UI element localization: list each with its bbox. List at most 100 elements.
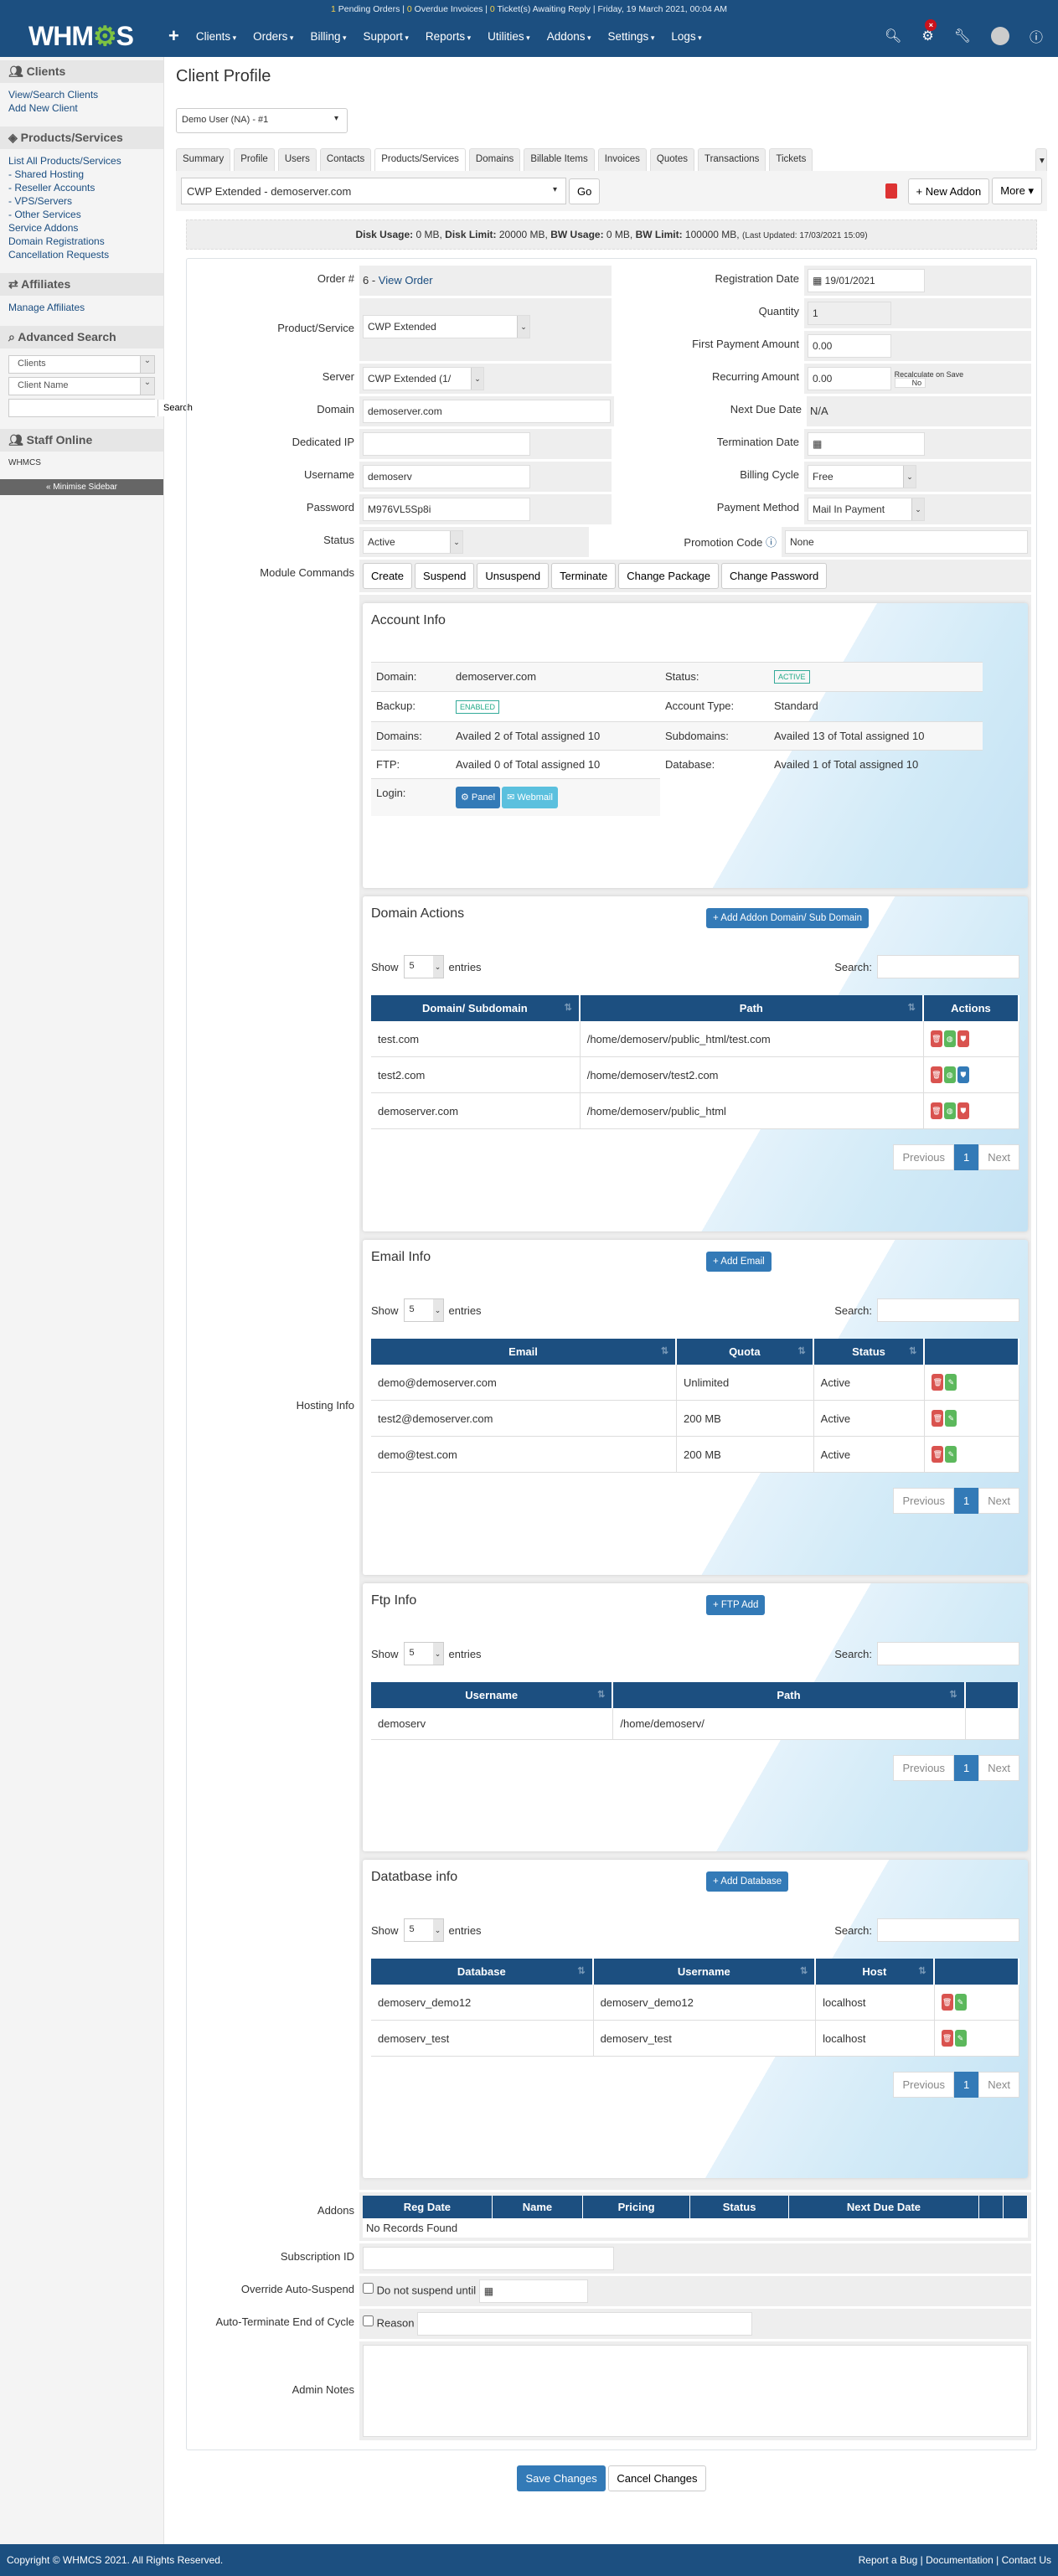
avatar-icon[interactable] bbox=[990, 27, 1009, 45]
column-header[interactable]: Database ⇅ bbox=[371, 1959, 594, 1985]
panel-login-button[interactable]: ⚙ Panel bbox=[456, 787, 501, 808]
edit-icon[interactable]: ✎ bbox=[945, 1410, 957, 1427]
tab-billable-items[interactable]: Billable Items bbox=[524, 148, 595, 171]
sidebar-link-client[interactable]: Add New Client bbox=[8, 101, 155, 115]
sort-icon[interactable]: ⇅ bbox=[577, 1965, 585, 1976]
module-unsuspend-button[interactable]: Unsuspend bbox=[477, 563, 550, 589]
sidebar-link-affiliate[interactable]: Manage Affiliates bbox=[8, 301, 155, 314]
autoterm-checkbox[interactable] bbox=[363, 2315, 374, 2327]
product-service-select[interactable]: CWP Extended bbox=[363, 315, 530, 338]
tab-transactions[interactable]: Transactions bbox=[697, 148, 766, 171]
search-input[interactable] bbox=[877, 1642, 1019, 1665]
edit-icon[interactable]: ✎ bbox=[945, 1374, 957, 1391]
page-size-select[interactable]: 5 bbox=[403, 1918, 444, 1942]
username-input[interactable]: demoserv bbox=[363, 465, 530, 488]
nav-clients[interactable]: Clients bbox=[196, 30, 236, 43]
module-create-button[interactable]: Create bbox=[363, 563, 413, 589]
adv-search-input[interactable] bbox=[9, 400, 157, 416]
override-checkbox[interactable] bbox=[363, 2283, 374, 2295]
edit-icon[interactable]: ✎ bbox=[954, 1994, 967, 2011]
next-button[interactable]: Next bbox=[978, 1755, 1019, 1781]
column-header[interactable] bbox=[925, 1339, 1019, 1365]
nav-reports[interactable]: Reports bbox=[426, 30, 471, 43]
tab-summary[interactable]: Summary bbox=[176, 148, 231, 171]
delete-icon[interactable]: 🗑 bbox=[941, 1994, 953, 2011]
sidebar-link-product[interactable]: - VPS/Servers bbox=[8, 194, 155, 208]
quantity-stepper[interactable]: 1 bbox=[808, 302, 891, 325]
reason-input[interactable] bbox=[417, 2312, 753, 2336]
info-icon[interactable]: ⓘ bbox=[766, 536, 777, 549]
delete-icon[interactable]: 🗑 bbox=[930, 1102, 942, 1119]
quick-add-icon[interactable]: + bbox=[168, 25, 179, 47]
wrench-icon[interactable]: 🔧︎ bbox=[954, 28, 971, 44]
adv-search-field-select[interactable]: Client Name bbox=[8, 377, 155, 395]
pending-orders-label[interactable]: Pending Orders | bbox=[336, 4, 407, 14]
overdue-label[interactable]: Overdue Invoices | bbox=[412, 4, 490, 14]
page-size-select[interactable]: 5 bbox=[403, 1642, 444, 1665]
column-header[interactable]: Username ⇅ bbox=[371, 1682, 614, 1708]
next-button[interactable]: Next bbox=[978, 1144, 1019, 1170]
previous-button[interactable]: Previous bbox=[893, 1144, 955, 1170]
globe-icon[interactable]: ◍ bbox=[943, 1030, 956, 1047]
tickets-label[interactable]: Ticket(s) Awaiting Reply | Friday, 19 Ma… bbox=[495, 4, 727, 14]
sidebar-link-product[interactable]: - Shared Hosting bbox=[8, 168, 155, 181]
shield-icon[interactable]: ⛊ bbox=[957, 1102, 969, 1119]
view-order-link[interactable]: View Order bbox=[379, 274, 433, 287]
save-changes-button[interactable]: Save Changes bbox=[517, 2465, 606, 2491]
admin-notes-textarea[interactable] bbox=[363, 2345, 1028, 2437]
delete-icon[interactable]: 🗑 bbox=[932, 1410, 944, 1427]
module-change-password-button[interactable]: Change Password bbox=[720, 563, 828, 589]
shield-icon[interactable]: ⛊ bbox=[957, 1066, 969, 1083]
column-header[interactable]: Domain/ Subdomain ⇅ bbox=[371, 995, 581, 1021]
column-header[interactable]: Host ⇅ bbox=[816, 1959, 935, 1985]
sort-icon[interactable]: ⇅ bbox=[597, 1689, 605, 1700]
column-header[interactable]: Status ⇅ bbox=[813, 1339, 926, 1365]
password-input[interactable]: M976VL5Sp8i bbox=[363, 498, 530, 521]
delete-icon[interactable]: 🗑 bbox=[941, 2030, 953, 2047]
search-icon[interactable]: 🔍︎ bbox=[885, 28, 901, 44]
help-icon[interactable]: ⓘ bbox=[1030, 26, 1043, 46]
sidebar-link-client[interactable]: View/Search Clients bbox=[8, 88, 155, 101]
client-select[interactable]: Demo User (NA) - #1 bbox=[176, 108, 348, 133]
sort-icon[interactable]: ⇅ bbox=[797, 1345, 805, 1356]
tab-invoices[interactable]: Invoices bbox=[597, 148, 647, 171]
first-payment-input[interactable]: 0.00 bbox=[808, 334, 891, 358]
column-header[interactable]: Path ⇅ bbox=[613, 1682, 966, 1708]
column-header[interactable]: Quota ⇅ bbox=[677, 1339, 814, 1365]
sort-icon[interactable]: ⇅ bbox=[661, 1345, 668, 1356]
sort-icon[interactable]: ⇅ bbox=[800, 1965, 808, 1976]
search-input[interactable] bbox=[877, 1918, 1019, 1942]
nav-billing[interactable]: Billing bbox=[310, 30, 346, 43]
gears-icon[interactable]: ⚙ × bbox=[921, 19, 937, 44]
module-suspend-button[interactable]: Suspend bbox=[415, 563, 475, 589]
tab-products-services[interactable]: Products/Services bbox=[374, 148, 466, 171]
sidebar-link-product[interactable]: List All Products/Services bbox=[8, 154, 155, 168]
page-1-button[interactable]: 1 bbox=[954, 1488, 979, 1514]
sidebar-link-product[interactable]: - Other Services bbox=[8, 208, 155, 221]
page-1-button[interactable]: 1 bbox=[954, 1144, 979, 1170]
add-button[interactable]: + Add Database bbox=[706, 1871, 789, 1892]
page-size-select[interactable]: 5 bbox=[403, 1298, 444, 1322]
payment-method-select[interactable]: Mail In Payment bbox=[808, 498, 925, 521]
column-header[interactable]: Username ⇅ bbox=[593, 1959, 817, 1985]
nav-utilities[interactable]: Utilities bbox=[488, 30, 530, 43]
go-button[interactable]: Go bbox=[569, 178, 601, 204]
edit-icon[interactable]: ✎ bbox=[945, 1446, 957, 1463]
add-button[interactable]: + Add Addon Domain/ Sub Domain bbox=[706, 908, 870, 928]
cancel-changes-button[interactable]: Cancel Changes bbox=[608, 2465, 706, 2491]
sidebar-link-product[interactable]: Domain Registrations bbox=[8, 235, 155, 248]
nav-support[interactable]: Support bbox=[364, 30, 409, 43]
sidebar-link-product[interactable]: Service Addons bbox=[8, 221, 155, 235]
sort-icon[interactable]: ⇅ bbox=[909, 1345, 916, 1356]
module-terminate-button[interactable]: Terminate bbox=[551, 563, 617, 589]
recalc-toggle[interactable]: No bbox=[894, 378, 926, 388]
module-change-package-button[interactable]: Change Package bbox=[618, 563, 719, 589]
delete-icon[interactable]: 🗑 bbox=[930, 1066, 942, 1083]
termdate-input[interactable]: ▦ bbox=[808, 432, 925, 456]
globe-icon[interactable]: ◍ bbox=[943, 1066, 956, 1083]
nav-addons[interactable]: Addons bbox=[547, 30, 591, 43]
sidebar-link-product[interactable]: Cancellation Requests bbox=[8, 248, 155, 261]
nav-settings[interactable]: Settings bbox=[608, 30, 655, 43]
promo-code-select[interactable]: None bbox=[785, 530, 1028, 554]
tab-profile[interactable]: Profile bbox=[234, 148, 275, 171]
